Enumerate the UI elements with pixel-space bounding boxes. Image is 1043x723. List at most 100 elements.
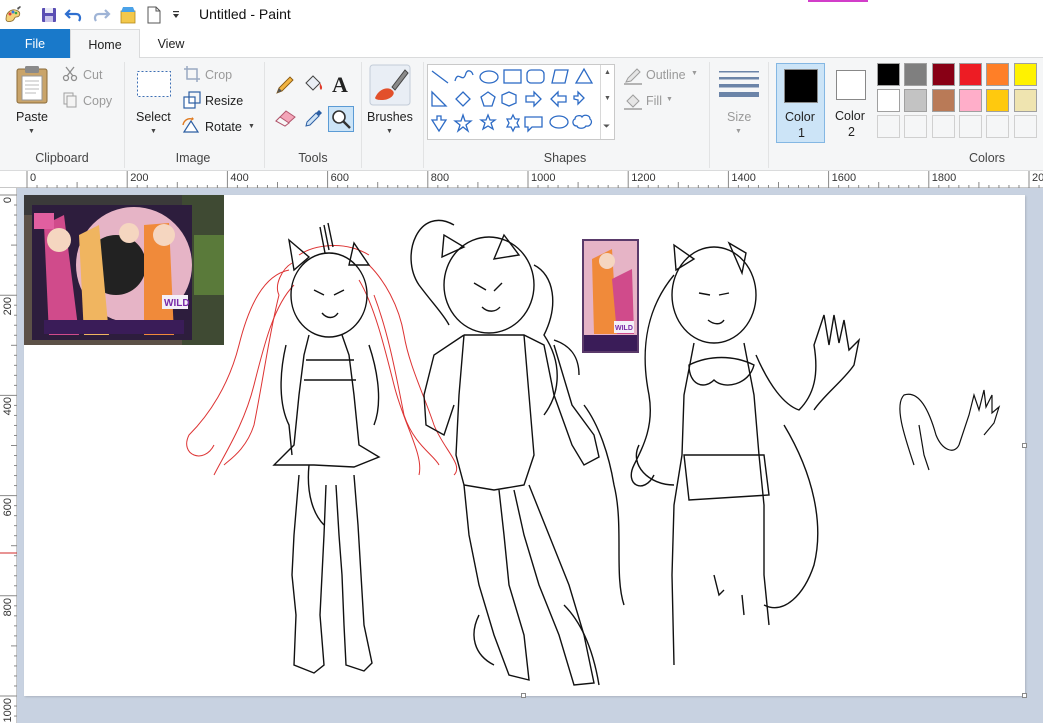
fill-dropdown-icon[interactable]: ▼: [666, 96, 673, 103]
pasted-toy-box-photo-large[interactable]: WILD: [24, 195, 224, 345]
ruler-label: 600: [2, 497, 14, 516]
paint-app-icon[interactable]: [2, 4, 24, 26]
rotate-dropdown-icon[interactable]: ▼: [248, 123, 255, 130]
color2-swatch[interactable]: [836, 70, 866, 100]
gallery-down-icon[interactable]: ▼: [604, 95, 611, 102]
canvas-resize-handle-right[interactable]: [1022, 443, 1027, 448]
eraser-icon[interactable]: [274, 108, 298, 131]
copy-icon[interactable]: [62, 92, 78, 111]
palette-swatch[interactable]: [904, 63, 928, 86]
pasted-toy-box-photo-small[interactable]: WILD: [582, 239, 639, 353]
cut-button[interactable]: Cut: [83, 68, 102, 82]
palette-swatch[interactable]: [958, 115, 982, 138]
separator: [124, 62, 125, 168]
copy-button[interactable]: Copy: [83, 94, 112, 108]
palette-swatch[interactable]: [931, 63, 955, 86]
customize-toolbar-icon[interactable]: [165, 4, 187, 26]
tab-home[interactable]: Home: [70, 29, 140, 59]
new-file-icon[interactable]: [143, 4, 165, 26]
fill-icon[interactable]: [623, 92, 643, 113]
gallery-more-icon[interactable]: ⏷: [603, 121, 610, 132]
crop-icon[interactable]: [183, 65, 201, 86]
outline-icon[interactable]: [623, 67, 643, 88]
redo-icon[interactable]: [90, 4, 112, 26]
title-accent-bar: [808, 0, 868, 2]
palette-swatch[interactable]: [931, 115, 955, 138]
palette-swatch[interactable]: [1013, 115, 1037, 138]
palette-swatch[interactable]: [931, 89, 955, 112]
brushes-button[interactable]: Brushes: [367, 110, 413, 124]
palette-swatch[interactable]: [1013, 89, 1037, 112]
separator: [709, 62, 710, 168]
palette-swatch[interactable]: [958, 63, 982, 86]
ruler-label: 1000: [531, 172, 556, 184]
rotate-button[interactable]: Rotate: [205, 120, 242, 134]
ruler-label: 1200: [631, 172, 656, 184]
canvas-resize-handle-corner[interactable]: [1022, 693, 1027, 698]
palette-swatch[interactable]: [986, 63, 1010, 86]
palette-swatch[interactable]: [904, 115, 928, 138]
palette-swatch[interactable]: [877, 115, 900, 138]
size-button[interactable]: Size: [727, 110, 751, 124]
undo-icon[interactable]: [63, 4, 85, 26]
color1-swatch[interactable]: [784, 69, 818, 103]
separator: [768, 62, 769, 168]
palette-swatch[interactable]: [1013, 63, 1037, 86]
palette-swatch[interactable]: [904, 89, 928, 112]
canvas-resize-handle-bottom[interactable]: [521, 693, 526, 698]
crop-button[interactable]: Crop: [205, 68, 232, 82]
recent-files-icon[interactable]: [117, 4, 139, 26]
fill-bucket-icon[interactable]: [302, 73, 324, 98]
select-icon[interactable]: [136, 70, 172, 101]
shapes-gallery-icons[interactable]: [428, 65, 603, 139]
ruler-label: 600: [330, 172, 349, 184]
ruler-label: 0: [30, 172, 37, 184]
color-picker-icon[interactable]: [303, 107, 325, 132]
brushes-icon[interactable]: [369, 64, 411, 109]
ribbon: Paste ▼ Cut Copy Clipboard Select ▼ Crop…: [0, 58, 1043, 171]
vertical-ruler: 0 200 400 600 800 1000: [0, 188, 17, 723]
resize-icon[interactable]: [183, 91, 201, 112]
drawing-canvas[interactable]: WILD WILD: [24, 195, 1027, 698]
palette-swatch[interactable]: [986, 89, 1010, 112]
title-bar: Untitled - Paint: [0, 0, 1043, 29]
paint-window: { "window": { "title": "Untitled - Paint…: [0, 0, 1043, 723]
color1-label: Color: [785, 110, 815, 124]
outline-dropdown-icon[interactable]: ▼: [691, 70, 698, 77]
shapes-gallery[interactable]: [427, 64, 615, 140]
svg-text:WILD: WILD: [615, 325, 633, 332]
paste-label[interactable]: Paste: [16, 110, 48, 124]
outline-button[interactable]: Outline: [646, 68, 686, 82]
gallery-up-icon[interactable]: ▲: [604, 69, 611, 76]
separator: [264, 62, 265, 168]
color2-label: Color: [835, 109, 865, 123]
brushes-dropdown-icon[interactable]: ▼: [386, 128, 393, 135]
paste-button[interactable]: [14, 64, 50, 109]
tab-file[interactable]: File: [0, 29, 70, 58]
color2-button[interactable]: Color 2: [827, 63, 876, 143]
magnifier-icon[interactable]: [328, 106, 354, 132]
separator: [361, 62, 362, 168]
text-tool-icon[interactable]: A: [331, 72, 353, 99]
shapes-gallery-scroll[interactable]: ▲ ▼ ⏷: [600, 65, 615, 139]
tab-view[interactable]: View: [143, 29, 199, 58]
select-dropdown-icon[interactable]: ▼: [150, 128, 157, 135]
save-icon[interactable]: [38, 4, 60, 26]
paste-dropdown-icon[interactable]: ▼: [28, 128, 35, 135]
size-dropdown-icon[interactable]: ▼: [735, 128, 742, 135]
ribbon-tabs: File Home View: [0, 29, 1043, 59]
palette-swatch[interactable]: [877, 63, 900, 86]
scissors-icon[interactable]: [62, 66, 78, 85]
resize-button[interactable]: Resize: [205, 94, 243, 108]
palette-swatch[interactable]: [958, 89, 982, 112]
color1-button[interactable]: Color 1: [776, 63, 825, 143]
fill-button[interactable]: Fill: [646, 94, 662, 108]
select-button[interactable]: Select: [136, 110, 171, 124]
size-icon[interactable]: [718, 69, 760, 102]
shapes-group-label: Shapes: [543, 151, 587, 165]
palette-swatch[interactable]: [877, 89, 900, 112]
palette-swatch[interactable]: [986, 115, 1010, 138]
tools-group-label: Tools: [298, 151, 328, 165]
pencil-icon[interactable]: [274, 74, 296, 99]
rotate-icon[interactable]: [181, 117, 201, 138]
